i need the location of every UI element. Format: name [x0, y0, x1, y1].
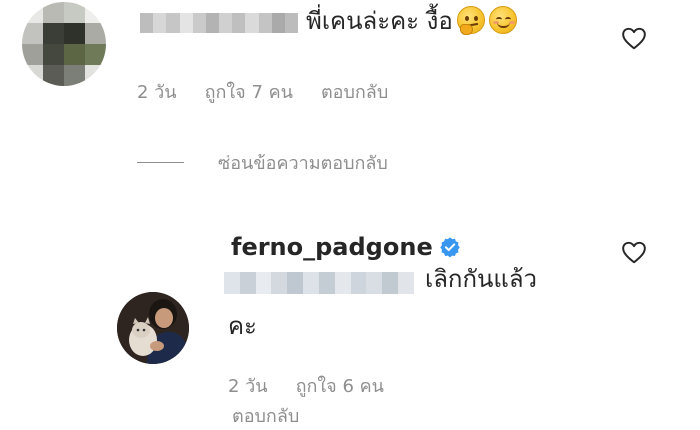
comment-meta: 2 วัน ถูกใจ 7 คน ตอบกลับ — [137, 77, 388, 106]
heart-icon[interactable] — [621, 26, 647, 50]
hide-replies-button[interactable]: ซ่อนข้อความตอบกลับ — [137, 148, 388, 177]
reply-comment-item: ferno_padgone เลิกกันแล้ว คะ 2 วัน ถูกใจ … — [0, 220, 700, 427]
divider-line — [137, 162, 184, 163]
comment-time[interactable]: 2 วัน — [137, 82, 177, 103]
avatar[interactable] — [22, 2, 106, 86]
username-text: ferno_padgone — [231, 233, 433, 261]
comment-item: พี่เคนล่ะคะ งื้อ 2 วัน ถูกใจ 7 คน ตอบกลับ — [0, 0, 700, 110]
reply-text-line1: เลิกกันแล้ว — [425, 265, 538, 293]
reply-text-line2: คะ — [228, 312, 257, 340]
smiling-face-icon — [488, 6, 517, 34]
likes-count[interactable]: ถูกใจ 6 คน — [296, 376, 384, 397]
avatar[interactable] — [117, 292, 189, 364]
hide-replies-label: ซ่อนข้อความตอบกลับ — [218, 153, 388, 174]
comment-body: พี่เคนล่ะคะ งื้อ — [306, 7, 453, 35]
mention-blurred[interactable] — [224, 272, 414, 294]
username[interactable]: ferno_padgone — [231, 233, 461, 261]
reply-meta: 2 วัน ถูกใจ 6 คน — [228, 371, 384, 400]
reply-button[interactable]: ตอบกลับ — [232, 401, 299, 430]
username-blurred[interactable] — [140, 13, 298, 33]
comment-text: พี่เคนล่ะคะ งื้อ — [306, 6, 517, 37]
heart-icon[interactable] — [621, 240, 647, 264]
likes-count[interactable]: ถูกใจ 7 คน — [205, 82, 293, 103]
reply-button[interactable]: ตอบกลับ — [321, 82, 388, 103]
verified-badge-icon — [440, 237, 460, 258]
reply-time[interactable]: 2 วัน — [228, 376, 268, 397]
thinking-face-icon — [456, 6, 485, 35]
